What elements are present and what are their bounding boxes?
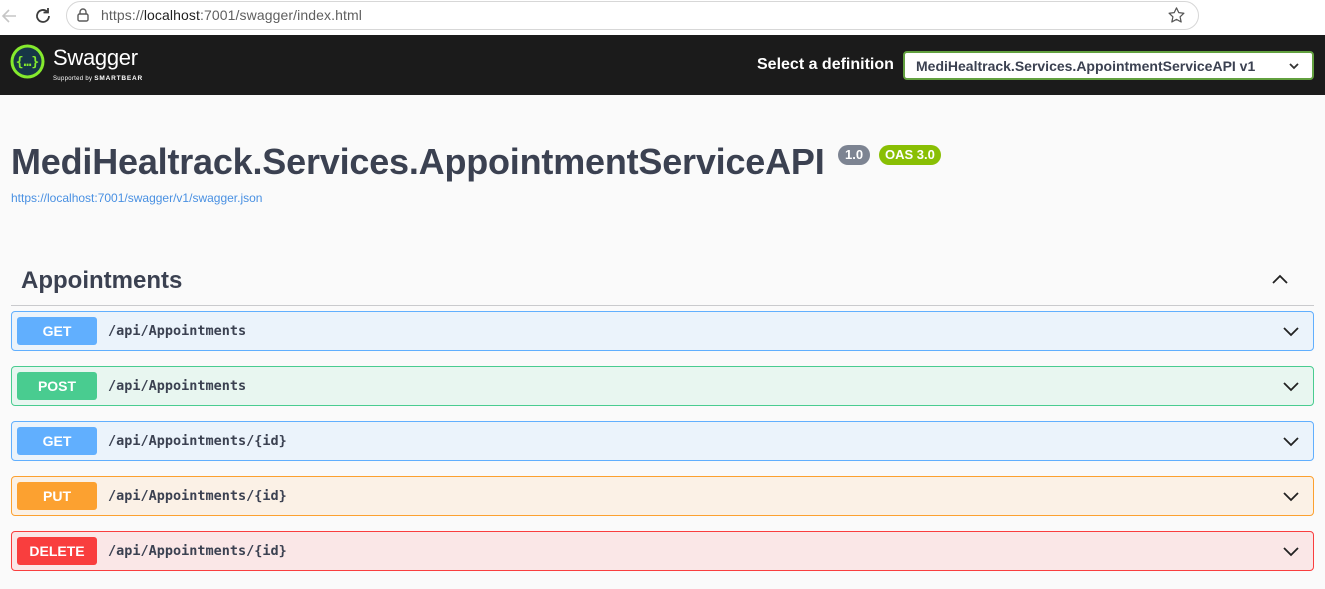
toolbar-blank-area [1206,3,1325,30]
operation-path: /api/Appointments/{id} [108,488,287,504]
chevron-down-icon[interactable] [1281,431,1301,451]
swagger-json-link[interactable]: https://localhost:7001/swagger/v1/swagge… [11,191,262,205]
method-badge: GET [17,317,97,345]
logo-sub-prefix: Supported by [53,76,93,82]
operation-get-appointments[interactable]: GET /api/Appointments [11,311,1314,351]
swagger-logo-text[interactable]: Swagger [53,45,138,71]
chevron-down-icon [1289,63,1299,70]
method-badge: GET [17,427,97,455]
back-arrow-icon[interactable] [0,6,20,26]
address-bar[interactable]: https://localhost:7001/swagger/index.htm… [66,1,1199,30]
tag-title: Appointments [21,267,183,294]
url-path: :7001/swagger/index.html [199,7,362,23]
lock-icon[interactable] [75,7,91,23]
operation-get-appointment-by-id[interactable]: GET /api/Appointments/{id} [11,421,1314,461]
method-badge: DELETE [17,537,97,565]
operation-put-appointment-by-id[interactable]: PUT /api/Appointments/{id} [11,476,1314,516]
version-badge: 1.0 [838,145,871,165]
operation-post-appointments[interactable]: POST /api/Appointments [11,366,1314,406]
chevron-down-icon[interactable] [1281,541,1301,561]
operation-path: /api/Appointments [108,378,247,394]
logo-sub-brand: SMARTBEAR [94,75,143,82]
definition-select[interactable]: MediHealtrack.Services.AppointmentServic… [903,51,1314,80]
oas-badge: OAS 3.0 [879,145,941,165]
method-badge: POST [17,372,97,400]
definition-select-value: MediHealtrack.Services.AppointmentServic… [916,58,1256,74]
chevron-up-icon[interactable] [1270,270,1290,290]
swagger-logo-icon[interactable]: {…} [10,44,45,79]
svg-text:{…}: {…} [16,55,39,70]
method-badge: PUT [17,482,97,510]
chevron-down-icon[interactable] [1281,321,1301,341]
browser-toolbar: https://localhost:7001/swagger/index.htm… [0,0,1325,35]
definition-label: Select a definition [757,56,894,73]
url-scheme: https:// [101,7,144,23]
operation-path: /api/Appointments [108,323,247,339]
api-title: MediHealtrack.Services.AppointmentServic… [11,141,825,182]
reload-icon[interactable] [32,5,54,27]
bookmark-star-icon[interactable] [1167,6,1186,25]
url-host: localhost [143,7,200,23]
operation-path: /api/Appointments/{id} [108,543,287,559]
swagger-logo-subtitle: Supported by SMARTBEAR [53,75,143,82]
operation-path: /api/Appointments/{id} [108,433,287,449]
chevron-down-icon[interactable] [1281,486,1301,506]
url-text[interactable]: https://localhost:7001/swagger/index.htm… [101,7,362,23]
chevron-down-icon[interactable] [1281,376,1301,396]
swagger-topbar: {…} Swagger Supported by SMARTBEAR Selec… [0,35,1325,95]
tag-header-appointments[interactable]: Appointments [11,260,1314,306]
operation-delete-appointment-by-id[interactable]: DELETE /api/Appointments/{id} [11,531,1314,571]
